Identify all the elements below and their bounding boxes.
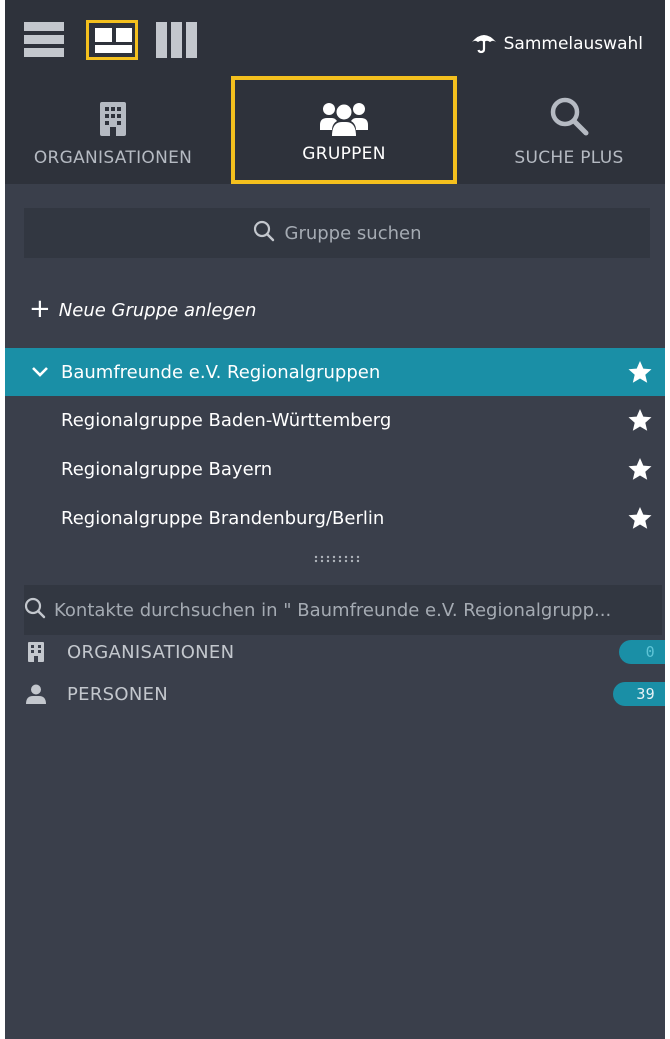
tab-gruppen[interactable]: GRUPPEN: [231, 76, 457, 184]
search-icon: [253, 220, 275, 246]
star-icon[interactable]: [627, 506, 653, 531]
group-panel: Sammelauswahl ORGANISATIONEN GRUPPEN SUC…: [5, 0, 665, 1039]
tab-suche-plus-label: SUCHE PLUS: [514, 148, 624, 168]
count-badge: 39: [613, 682, 665, 706]
users-icon: [320, 90, 368, 136]
tree-item-parent[interactable]: Baumfreunde e.V. Regionalgruppen: [5, 348, 665, 396]
tab-organisationen[interactable]: ORGANISATIONEN: [13, 76, 213, 184]
tab-organisationen-label: ORGANISATIONEN: [33, 148, 193, 168]
contact-search-placeholder: Kontakte durchsuchen in " Baumfreunde e.…: [54, 599, 612, 621]
tree-item-child[interactable]: Regionalgruppe Brandenburg/Berlin: [5, 494, 665, 542]
tree-item-label: Baumfreunde e.V. Regionalgruppen: [61, 361, 381, 383]
contact-search-input[interactable]: Kontakte durchsuchen in " Baumfreunde e.…: [24, 585, 662, 635]
category-label: PERSONEN: [67, 683, 169, 705]
tree-item-label: Regionalgruppe Baden-Württemberg: [61, 409, 392, 431]
plus-icon: +: [29, 293, 51, 324]
tree-item-child[interactable]: Regionalgruppe Bayern: [5, 445, 665, 493]
person-icon: [25, 684, 47, 704]
category-label: ORGANISATIONEN: [67, 641, 235, 663]
tree-item-label: Regionalgruppe Bayern: [61, 458, 273, 480]
category-personen[interactable]: PERSONEN 39: [5, 676, 665, 712]
sammelauswahl-label: Sammelauswahl: [503, 34, 643, 54]
search-icon: [549, 90, 589, 136]
resize-handle[interactable]: [313, 552, 361, 566]
group-search-placeholder: Gruppe suchen: [284, 222, 422, 244]
new-group-label: Neue Gruppe anlegen: [58, 299, 257, 321]
top-bar: Sammelauswahl ORGANISATIONEN GRUPPEN SUC…: [5, 0, 665, 184]
umbrella-icon: [470, 30, 498, 59]
building-icon: [25, 642, 47, 662]
tab-suche-plus[interactable]: SUCHE PLUS: [469, 76, 665, 184]
star-icon[interactable]: [627, 360, 653, 385]
tab-gruppen-label: GRUPPEN: [302, 144, 386, 164]
star-icon[interactable]: [627, 408, 653, 433]
search-icon: [24, 597, 46, 623]
count-badge: 0: [619, 640, 665, 664]
grid-view-icon[interactable]: [86, 20, 138, 60]
new-group-button[interactable]: + Neue Gruppe anlegen: [29, 294, 256, 326]
sammelauswahl-button[interactable]: Sammelauswahl: [470, 30, 643, 58]
column-view-icon[interactable]: [156, 22, 198, 58]
list-view-icon[interactable]: [24, 22, 64, 58]
tree-item-label: Regionalgruppe Brandenburg/Berlin: [61, 507, 385, 529]
category-organisationen[interactable]: ORGANISATIONEN 0: [5, 634, 665, 670]
star-icon[interactable]: [627, 457, 653, 482]
chevron-down-icon[interactable]: [31, 366, 51, 378]
tree-item-child[interactable]: Regionalgruppe Baden-Württemberg: [5, 396, 665, 444]
group-search-input[interactable]: Gruppe suchen: [24, 208, 650, 258]
building-icon: [100, 90, 126, 136]
